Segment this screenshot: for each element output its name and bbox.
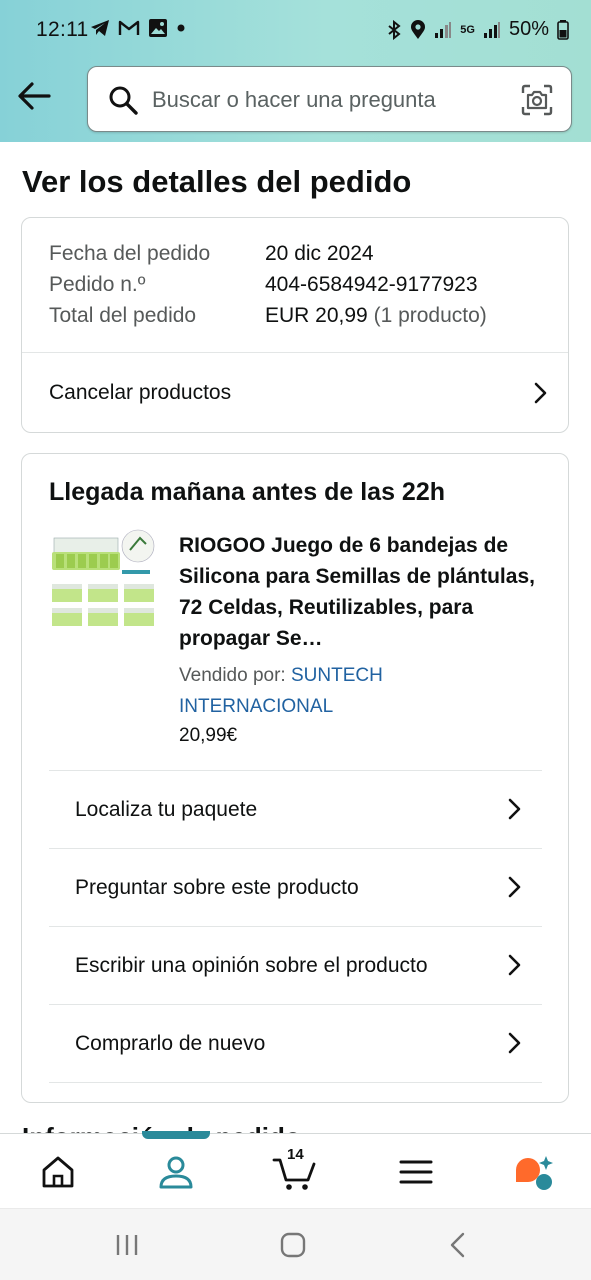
chevron-right-icon (508, 1032, 521, 1054)
action-label: Preguntar sobre este producto (75, 875, 359, 899)
gallery-icon (149, 19, 167, 37)
order-number-value: 404-6584942-9177923 (265, 273, 478, 296)
order-date-label: Fecha del pedido (49, 242, 211, 265)
buy-again-row[interactable]: Comprarlo de nuevo (22, 1005, 568, 1082)
cancel-products-row[interactable]: Cancelar productos (22, 353, 568, 433)
order-summary-card: Fecha del pedido 20 dic 2024 Pedido n.º … (21, 217, 569, 433)
signal-icon-2 (483, 21, 500, 38)
home-button-icon[interactable] (280, 1232, 306, 1258)
product-price: 20,99€ (179, 725, 238, 746)
battery-icon (557, 19, 569, 40)
track-package-row[interactable]: Localiza tu paquete (22, 771, 568, 848)
action-label: Escribir una opinión sobre el producto (75, 953, 428, 977)
chevron-right-icon (508, 954, 521, 976)
order-total-amount: EUR 20,99 (265, 304, 368, 327)
order-total-value: EUR 20,99 (1 producto) (265, 304, 487, 328)
gmail-icon (118, 20, 140, 35)
chevron-right-icon (508, 798, 521, 820)
account-icon[interactable] (156, 1152, 196, 1192)
product-title-link[interactable]: RIOGOO Juego de 6 bandejas de Silicona p… (179, 530, 551, 654)
recent-apps-icon[interactable] (114, 1233, 140, 1257)
search-input[interactable]: Buscar o hacer una pregunta (87, 66, 572, 132)
cart-count: 14 (287, 1146, 304, 1163)
cancel-products-label: Cancelar productos (49, 381, 232, 404)
bluetooth-icon (388, 19, 401, 40)
chevron-right-icon (534, 382, 547, 404)
battery-level: 50% (508, 18, 549, 40)
status-notifications (90, 18, 186, 38)
product-image[interactable] (50, 528, 158, 634)
telegram-icon (91, 20, 109, 36)
order-total-count: (1 producto) (373, 304, 487, 327)
home-icon[interactable] (38, 1152, 78, 1192)
camera-scan-icon[interactable] (521, 84, 553, 116)
bottom-nav: 14 (0, 1133, 591, 1208)
divider (49, 1082, 542, 1083)
order-date-value: 20 dic 2024 (265, 242, 374, 265)
order-total-label: Total del pedido (49, 304, 197, 327)
write-review-row[interactable]: Escribir una opinión sobre el producto (22, 927, 568, 1004)
order-number-label: Pedido n.º (49, 273, 146, 296)
action-label: Comprarlo de nuevo (75, 1031, 266, 1055)
search-placeholder: Buscar o hacer una pregunta (152, 87, 436, 112)
rufus-assistant-icon[interactable] (514, 1152, 554, 1192)
signal-icon (435, 21, 452, 38)
system-nav-bar (0, 1208, 591, 1280)
search-icon (109, 86, 138, 115)
chevron-right-icon (508, 876, 521, 898)
delivery-title: Llegada mañana antes de las 22h (49, 478, 445, 506)
page-title: Ver los detalles del pedido (22, 164, 412, 199)
action-label: Localiza tu paquete (75, 797, 258, 821)
active-tab-indicator (142, 1131, 210, 1139)
back-arrow-icon[interactable] (16, 80, 52, 112)
ask-question-row[interactable]: Preguntar sobre este producto (22, 849, 568, 926)
delivery-card: Llegada mañana antes de las 22h RIOGOO J… (21, 453, 569, 1103)
sold-by: Vendido por: SUNTECH INTERNACIONAL (179, 660, 479, 722)
location-icon (411, 19, 426, 39)
status-right: 5G 50% (386, 18, 569, 41)
sold-by-label: Vendido por: (179, 665, 286, 686)
network-type: 5G (460, 23, 475, 36)
menu-icon[interactable] (396, 1152, 436, 1192)
dot-icon (177, 24, 185, 32)
back-button-icon[interactable] (448, 1232, 468, 1258)
status-time: 12:11 (36, 18, 89, 41)
